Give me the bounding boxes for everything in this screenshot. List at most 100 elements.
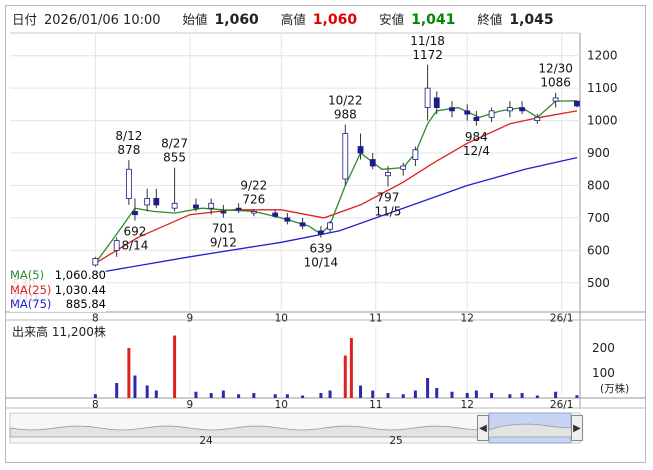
volume-bar <box>237 394 241 398</box>
candle-up <box>385 172 391 177</box>
candle-up <box>113 240 120 251</box>
volume-unit-label: (万株) <box>600 382 629 395</box>
candle-down <box>284 217 291 222</box>
volume-y-tick-label: 100 <box>592 366 615 380</box>
annotation-value: 1172 <box>412 48 443 62</box>
volume-bar <box>508 394 512 398</box>
legend-ma25-name: MA(25) <box>10 282 52 297</box>
annotation-date: 8/27 <box>161 137 188 151</box>
volume-bar <box>145 385 149 398</box>
volume-bar <box>490 393 494 398</box>
candle-up <box>92 258 99 266</box>
annotation-date: 11/18 <box>410 34 445 48</box>
annotation-value: 984 <box>465 130 488 144</box>
annotation-value: 878 <box>117 143 140 157</box>
candle-up <box>488 110 495 118</box>
price-y-tick-label: 1200 <box>587 49 618 63</box>
annotation-date: 12/4 <box>463 144 490 158</box>
annotation-value: 797 <box>377 190 400 204</box>
candle-down <box>318 230 324 235</box>
volume-bar <box>194 391 198 398</box>
volume-bar <box>535 395 539 398</box>
volume-bar <box>301 395 305 398</box>
annotation-value: 988 <box>334 107 357 121</box>
volume-bar <box>520 393 524 398</box>
price-y-tick-label: 600 <box>587 243 610 257</box>
volume-x-tick-label: 26/1 <box>550 399 574 411</box>
candle-down <box>132 211 138 216</box>
volume-bar <box>343 355 347 398</box>
annotation-date: 9/22 <box>240 178 267 192</box>
candle-up <box>125 168 132 199</box>
navigator-label: 25 <box>389 435 402 447</box>
price-y-tick-label: 1000 <box>587 114 618 128</box>
legend-ma75-name: MA(75) <box>10 297 52 311</box>
navigator-label: 24 <box>199 435 213 447</box>
annotation-date: 10/14 <box>304 256 339 270</box>
volume-bar <box>127 348 131 398</box>
volume-x-tick-label: 8 <box>92 399 99 411</box>
volume-x-tick-label: 10 <box>275 399 288 411</box>
volume-bar <box>221 390 225 398</box>
volume-bar <box>413 390 417 398</box>
candle-down <box>473 116 480 121</box>
volume-header: 出来高 11,200株 <box>12 323 106 340</box>
ma-line-ma25 <box>94 110 578 264</box>
candle-down <box>369 159 376 167</box>
candle-up <box>208 202 215 209</box>
price-chart-svg: 5006007008009001000110012008899101011111… <box>5 32 646 447</box>
volume-bar <box>474 390 478 398</box>
volume-bar <box>319 393 323 398</box>
volume-bar <box>450 391 454 398</box>
candle-down <box>357 146 364 154</box>
volume-bar <box>209 393 213 398</box>
volume-bar <box>173 335 177 398</box>
legend-ma75-value: 885.84 <box>65 297 106 311</box>
legend-ma5: MA(5) 1,060.80 <box>10 268 106 283</box>
volume-bar <box>328 390 332 398</box>
price-y-tick-label: 800 <box>587 178 610 192</box>
volume-bar <box>285 394 289 398</box>
annotation-date: 8/12 <box>115 129 142 143</box>
volume-x-tick-label: 9 <box>186 399 193 411</box>
price-x-tick-label: 10 <box>275 313 288 325</box>
ma-line-ma5 <box>94 100 578 264</box>
candle-up <box>412 149 419 160</box>
candle-up <box>534 116 541 121</box>
candle-up <box>400 165 407 170</box>
navigator-right-handle[interactable]: ▶ <box>571 415 583 441</box>
candle-down <box>299 222 306 227</box>
volume-bar <box>435 388 439 398</box>
price-x-tick-label: 26/1 <box>550 313 574 325</box>
candle-down <box>449 107 455 112</box>
volume-bar <box>465 393 469 398</box>
candle-up <box>144 198 151 206</box>
volume-bar <box>115 383 119 398</box>
price-y-tick-label: 900 <box>587 146 610 160</box>
candle-down <box>220 211 227 214</box>
annotation-date: 9/12 <box>210 236 237 250</box>
annotation-value: 726 <box>242 192 265 206</box>
volume-x-tick-label: 11 <box>369 399 382 411</box>
navigator-left-handle[interactable]: ◀ <box>477 415 489 441</box>
volume-bar <box>426 378 430 398</box>
price-x-tick-label: 9 <box>186 313 193 325</box>
annotation-value: 1086 <box>540 76 571 90</box>
candle-down <box>272 212 279 217</box>
volume-y-tick-label: 200 <box>592 341 615 355</box>
legend-ma5-value: 1,060.80 <box>54 268 106 282</box>
candle-up <box>250 211 257 214</box>
price-x-tick-label: 12 <box>461 313 474 325</box>
volume-bar <box>252 393 256 398</box>
annotation-value: 701 <box>212 222 235 236</box>
volume-bar <box>133 375 137 398</box>
candle-up <box>342 133 349 180</box>
volume-bar <box>554 391 558 398</box>
legend-ma75: MA(75) 885.84 <box>10 297 106 312</box>
volume-bar <box>154 390 158 398</box>
annotation-value: 855 <box>163 151 186 165</box>
annotation-value: 639 <box>309 242 332 256</box>
candle-down <box>574 100 580 107</box>
volume-bar <box>401 394 405 398</box>
candle-up <box>506 107 513 112</box>
